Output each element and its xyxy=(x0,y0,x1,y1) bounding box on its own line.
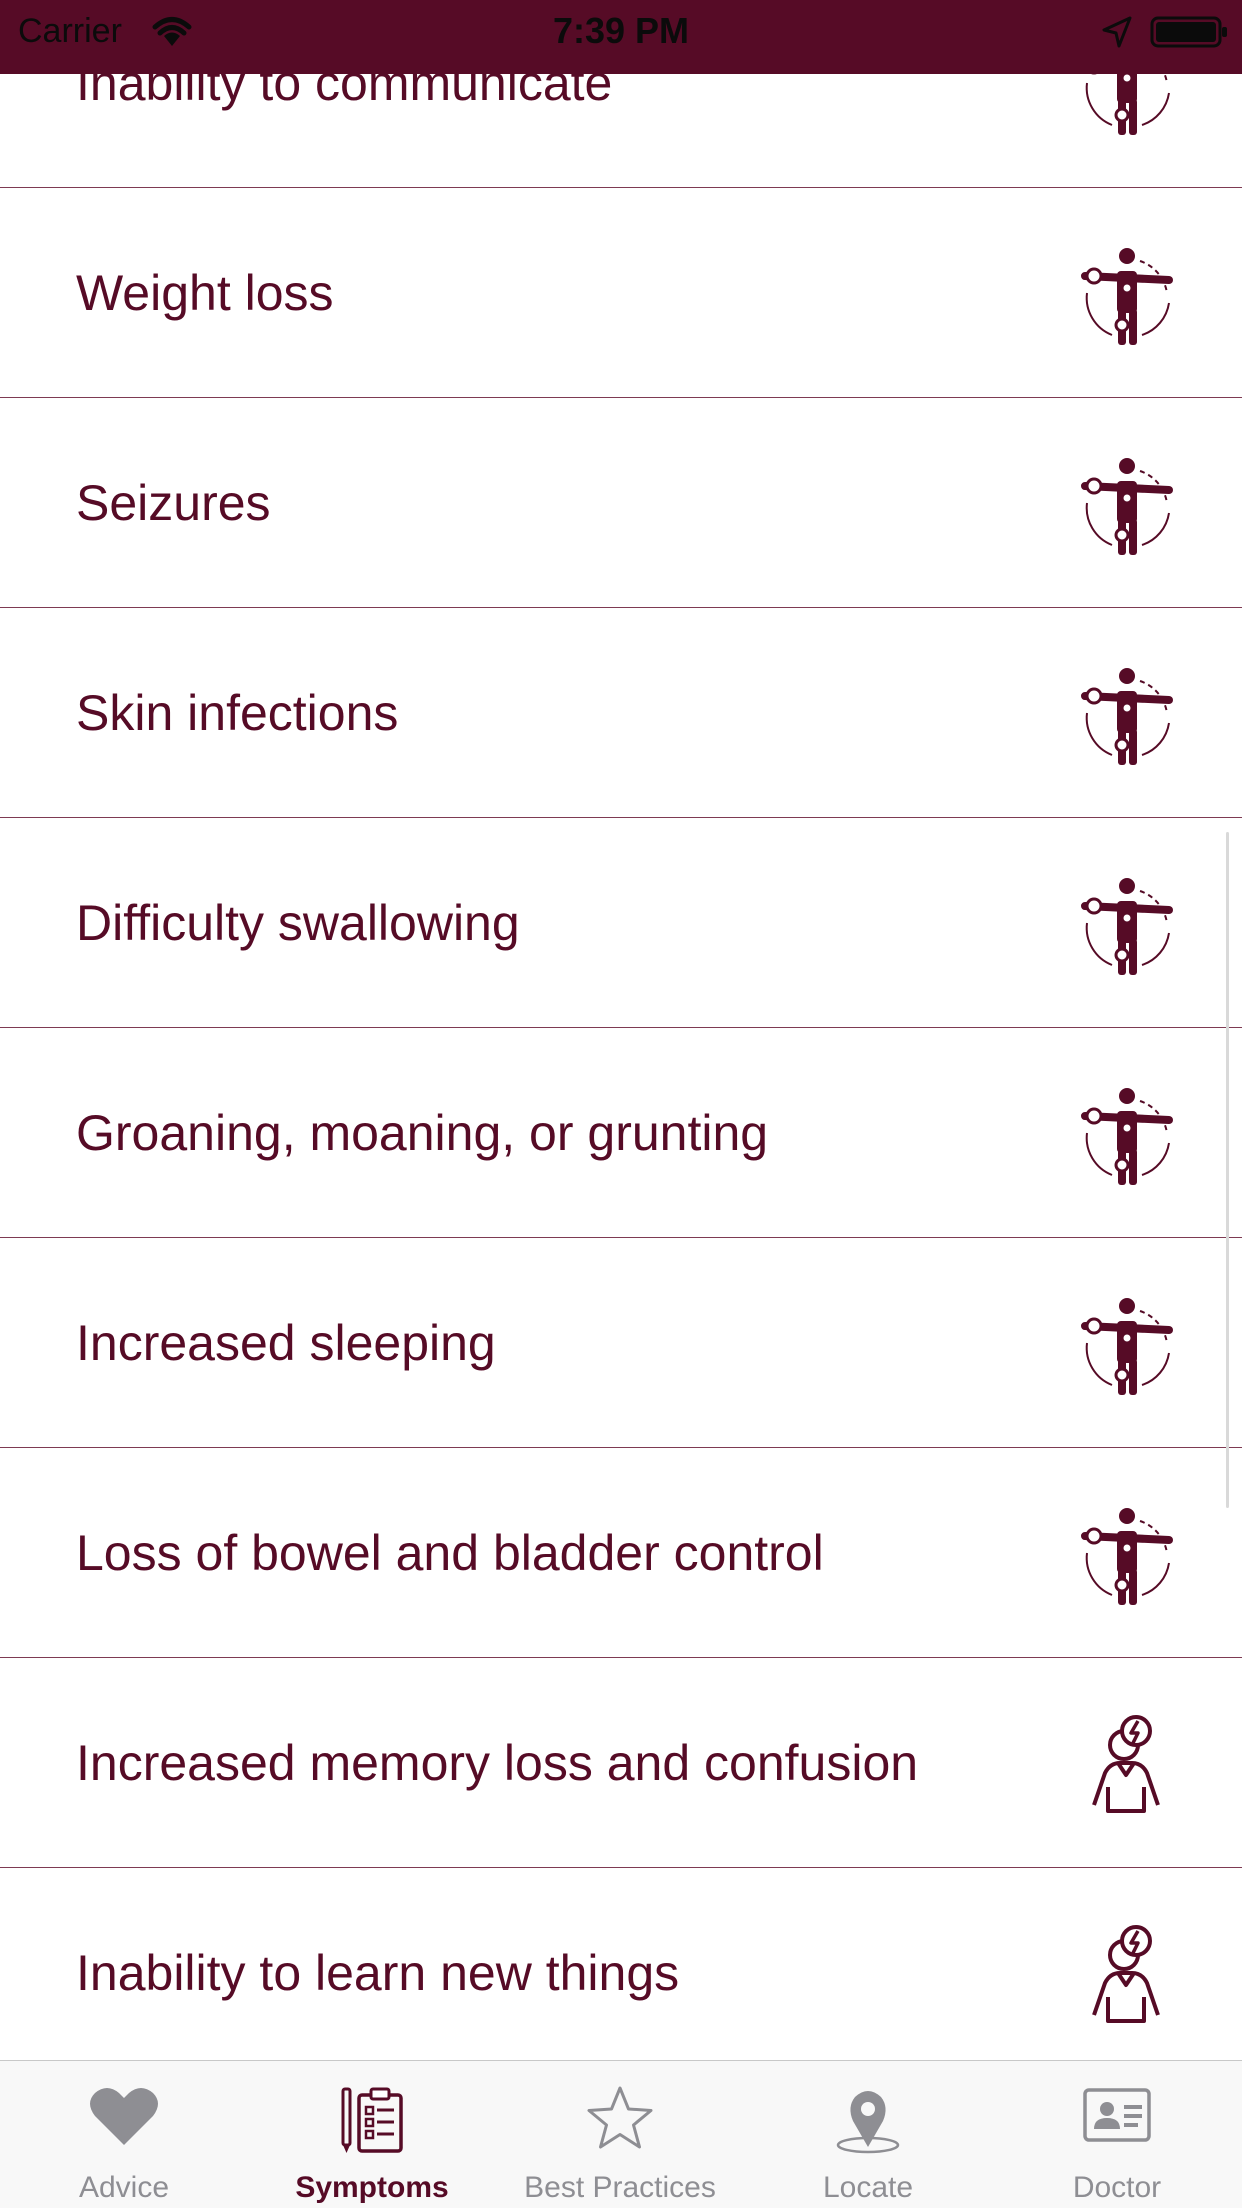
scroll-indicator[interactable] xyxy=(1226,832,1229,1508)
symptom-label: Groaning, moaning, or grunting xyxy=(76,1105,769,1161)
tab-label: Doctor xyxy=(1072,2171,1162,2204)
list-item[interactable]: Skin infections xyxy=(0,608,1242,818)
list-item[interactable]: Loss of bowel and bladder control xyxy=(0,1448,1242,1658)
body-pain-icon xyxy=(1081,1298,1173,1395)
map-pin-icon xyxy=(836,2091,900,2154)
symptom-label: Weight loss xyxy=(76,265,334,321)
body-pain-icon xyxy=(1081,878,1173,975)
tab-label: Advice xyxy=(78,2171,170,2204)
body-pain-icon xyxy=(1081,1508,1173,1605)
symptom-label: Skin infections xyxy=(76,685,399,741)
tab-advice[interactable]: Advice xyxy=(0,2061,248,2209)
tab-best-practices[interactable]: Best Practices xyxy=(496,2061,744,2209)
body-pain-icon xyxy=(1081,1088,1173,1185)
location-arrow-icon xyxy=(1102,16,1132,48)
symptom-label: Inability to learn new things xyxy=(76,1945,680,2001)
tab-label: Symptoms xyxy=(295,2171,449,2204)
tab-label: Best Practices xyxy=(524,2171,716,2204)
id-card-icon xyxy=(1083,2088,1151,2142)
star-icon xyxy=(587,2086,653,2149)
list-item[interactable]: Difficulty swallowing xyxy=(0,818,1242,1028)
mind-person-icon xyxy=(1092,1715,1160,1813)
list-item[interactable]: Inability to learn new things xyxy=(0,1868,1242,2060)
body-pain-icon xyxy=(1081,248,1173,345)
battery-icon xyxy=(1150,16,1227,48)
symptom-list[interactable]: Inability to communicate Weight loss Sei… xyxy=(0,0,1242,2060)
status-time: 7:39 PM xyxy=(552,10,690,51)
tab-doctor[interactable]: Doctor xyxy=(992,2061,1242,2209)
body-pain-icon xyxy=(1081,668,1173,765)
symptom-label: Loss of bowel and bladder control xyxy=(76,1525,824,1581)
list-item[interactable]: Increased sleeping xyxy=(0,1238,1242,1448)
body-pain-icon xyxy=(1081,458,1173,555)
list-item[interactable]: Groaning, moaning, or grunting xyxy=(0,1028,1242,1238)
tab-locate[interactable]: Locate xyxy=(744,2061,992,2209)
symptom-label: Increased memory loss and confusion xyxy=(76,1735,919,1791)
tab-label: Locate xyxy=(822,2171,914,2204)
list-item[interactable]: Weight loss xyxy=(0,188,1242,398)
clipboard-icon xyxy=(341,2087,403,2153)
tab-bar: Advice Symptoms Best Practices Locate Do… xyxy=(0,2060,1242,2208)
mind-person-icon xyxy=(1092,1925,1160,2023)
list-item[interactable]: Seizures xyxy=(0,398,1242,608)
symptom-label: Increased sleeping xyxy=(76,1315,496,1371)
list-item[interactable]: Increased memory loss and confusion xyxy=(0,1658,1242,1868)
heart-icon xyxy=(90,2088,158,2145)
status-bar: Carrier 7:39 PM xyxy=(0,0,1242,74)
symptom-label: Seizures xyxy=(76,475,271,531)
symptom-label: Difficulty swallowing xyxy=(76,895,520,951)
tab-symptoms[interactable]: Symptoms xyxy=(248,2061,496,2209)
